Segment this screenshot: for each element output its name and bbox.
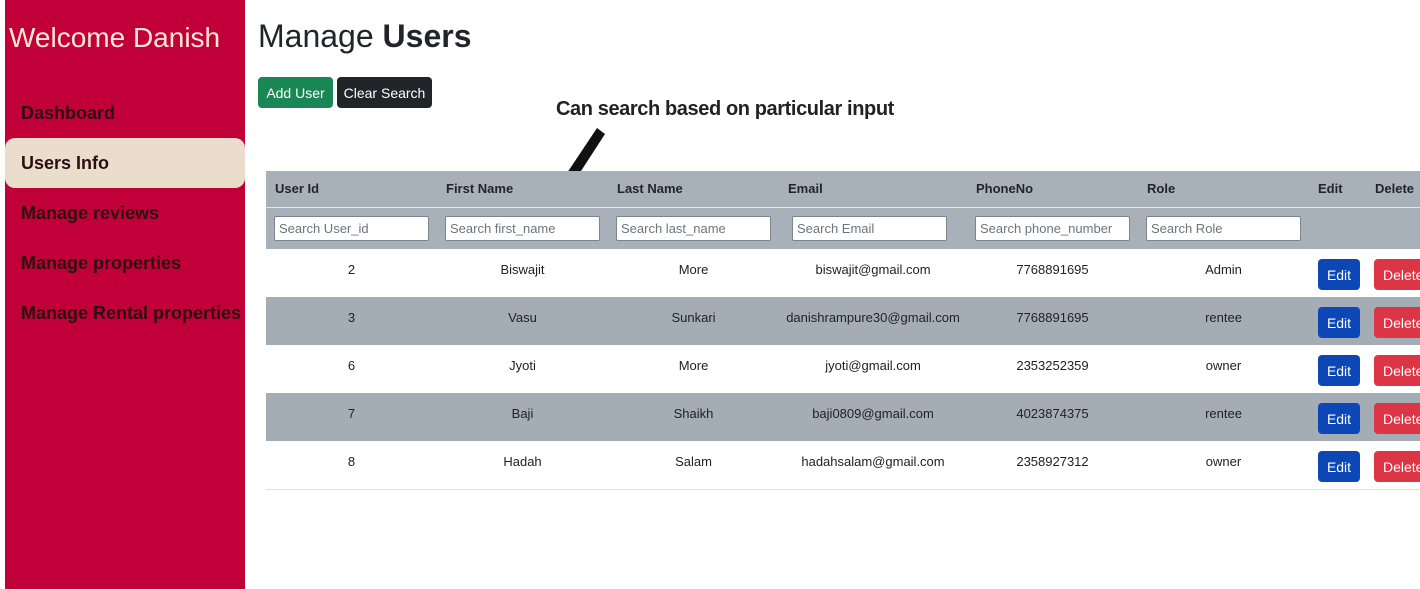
search-last-name-input[interactable] [616, 215, 771, 241]
column-header-email: Email [779, 171, 967, 208]
sidebar: Welcome Danish Dashboard Users Info Mana… [5, 0, 245, 589]
edit-button[interactable]: Edit [1318, 259, 1360, 290]
cell-role: owner [1205, 454, 1242, 469]
cell-first-name: Hadah [503, 454, 542, 469]
filter-cell-empty [1309, 207, 1366, 249]
add-user-button[interactable]: Add User [258, 77, 333, 108]
table-row: 2 Biswajit More biswajit@gmail.com 77688… [266, 249, 1420, 297]
filter-cell [266, 207, 437, 249]
delete-button[interactable]: Delete [1374, 355, 1420, 386]
cell-email: baji0809@gmail.com [812, 406, 934, 421]
edit-button[interactable]: Edit [1318, 403, 1360, 434]
cell-delete: Delete [1366, 441, 1420, 489]
table-row: 7 Baji Shaikh baji0809@gmail.com 4023874… [266, 393, 1420, 441]
cell-email: danishrampure30@gmail.com [786, 310, 960, 325]
cell-edit: Edit [1309, 345, 1366, 393]
edit-button[interactable]: Edit [1318, 451, 1360, 482]
cell-last-name: More [678, 262, 709, 277]
column-header-role: Role [1138, 171, 1309, 208]
cell-user-id: 7 [347, 406, 356, 421]
column-header-first-name: First Name [437, 171, 608, 208]
cell-phone: 4023874375 [1016, 406, 1089, 421]
cell-edit: Edit [1309, 441, 1366, 489]
cell-role: owner [1205, 358, 1242, 373]
filter-cell-empty [1366, 207, 1420, 249]
search-first-name-input[interactable] [445, 215, 600, 241]
cell-phone: 7768891695 [1016, 310, 1089, 325]
search-email-input[interactable] [792, 215, 947, 241]
sidebar-item-manage-reviews[interactable]: Manage reviews [5, 188, 245, 238]
column-header-phone: PhoneNo [967, 171, 1138, 208]
cell-edit: Edit [1309, 297, 1366, 345]
users-table: User Id First Name Last Name Email Phone… [266, 171, 1420, 490]
cell-role: Admin [1205, 262, 1242, 277]
cell-first-name: Baji [511, 406, 534, 421]
table-row: 3 Vasu Sunkari danishrampure30@gmail.com… [266, 297, 1420, 345]
page-title-prefix: Manage [258, 18, 374, 54]
sidebar-item-dashboard[interactable]: Dashboard [5, 88, 245, 138]
table-filter-row [266, 207, 1420, 249]
cell-email: biswajit@gmail.com [815, 262, 931, 277]
cell-phone: 7768891695 [1016, 262, 1089, 277]
sidebar-item-manage-properties[interactable]: Manage properties [5, 238, 245, 288]
cell-delete: Delete [1366, 345, 1420, 393]
cell-user-id: 8 [347, 454, 356, 469]
clear-search-button[interactable]: Clear Search [337, 77, 432, 108]
cell-last-name: More [678, 358, 709, 373]
delete-button[interactable]: Delete [1374, 307, 1420, 338]
cell-last-name: Sunkari [671, 310, 716, 325]
table-header-row: User Id First Name Last Name Email Phone… [266, 171, 1420, 208]
cell-user-id: 6 [347, 358, 356, 373]
table-row: 6 Jyoti More jyoti@gmail.com 2353252359 … [266, 345, 1420, 393]
table-row: 8 Hadah Salam hadahsalam@gmail.com 23589… [266, 441, 1420, 489]
filter-cell [608, 207, 779, 249]
sidebar-title: Welcome Danish [9, 22, 221, 53]
page-title: Manage Users [258, 18, 471, 55]
cell-last-name: Salam [675, 454, 712, 469]
app-frame: Welcome Danish Dashboard Users Info Mana… [0, 0, 1420, 589]
cell-edit: Edit [1309, 249, 1366, 297]
cell-user-id: 2 [347, 262, 356, 277]
search-role-input[interactable] [1146, 215, 1301, 241]
users-table-container: User Id First Name Last Name Email Phone… [266, 171, 1420, 490]
column-header-delete: Delete [1366, 171, 1420, 208]
filter-cell [1138, 207, 1309, 249]
filter-cell [967, 207, 1138, 249]
cell-role: rentee [1205, 310, 1242, 325]
filter-cell [437, 207, 608, 249]
cell-first-name: Biswajit [500, 262, 545, 277]
edit-button[interactable]: Edit [1318, 355, 1360, 386]
cell-first-name: Vasu [508, 310, 537, 325]
delete-button[interactable]: Delete [1374, 259, 1420, 290]
cell-phone: 2353252359 [1016, 358, 1089, 373]
cell-delete: Delete [1366, 297, 1420, 345]
column-header-edit: Edit [1309, 171, 1366, 208]
edit-button[interactable]: Edit [1318, 307, 1360, 338]
cell-email: hadahsalam@gmail.com [801, 454, 945, 469]
cell-last-name: Shaikh [673, 406, 714, 421]
page-title-emphasis: Users [382, 18, 472, 54]
column-header-user-id: User Id [266, 171, 437, 208]
cell-delete: Delete [1366, 249, 1420, 297]
cell-user-id: 3 [347, 310, 356, 325]
annotation-text: Can search based on particular input [556, 98, 894, 120]
delete-button[interactable]: Delete [1374, 451, 1420, 482]
delete-button[interactable]: Delete [1374, 403, 1420, 434]
cell-email: jyoti@gmail.com [825, 358, 921, 373]
filter-cell [779, 207, 967, 249]
sidebar-item-users-info[interactable]: Users Info [5, 138, 245, 188]
search-phone-input[interactable] [975, 215, 1130, 241]
cell-phone: 2358927312 [1016, 454, 1089, 469]
cell-edit: Edit [1309, 393, 1366, 441]
search-user-id-input[interactable] [274, 215, 429, 241]
column-header-last-name: Last Name [608, 171, 779, 208]
cell-first-name: Jyoti [509, 358, 536, 373]
sidebar-item-manage-rental-properties[interactable]: Manage Rental properties [5, 288, 245, 338]
cell-role: rentee [1205, 406, 1242, 421]
cell-delete: Delete [1366, 393, 1420, 441]
